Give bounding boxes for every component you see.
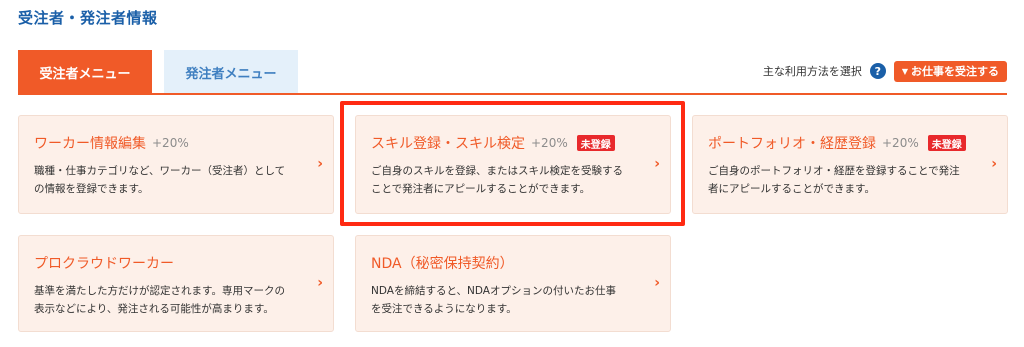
card-title-row: ワーカー情報編集 +20% xyxy=(34,133,189,153)
highlight-frame xyxy=(340,101,685,226)
card-nda[interactable]: NDA（秘密保持契約） NDAを締結すると、NDAオプションの付いたお仕事 を受… xyxy=(355,235,671,332)
usage-select-label: 主な利用方法を選択 xyxy=(762,65,862,78)
card-description-line: の情報を登録できます。 xyxy=(34,183,149,195)
status-badge: 未登録 xyxy=(927,135,966,151)
tab-client-menu[interactable]: 発注者メニュー xyxy=(164,50,298,94)
page-title: 受注者・発注者情報 xyxy=(18,9,158,27)
tab-underline xyxy=(18,93,1007,95)
chevron-right-icon: › xyxy=(317,155,323,172)
card-title: ポートフォリオ・経歴登録 xyxy=(708,136,876,152)
card-title-row: NDA（秘密保持契約） xyxy=(371,253,514,273)
card-title: ワーカー情報編集 xyxy=(34,136,146,152)
menu-tabs: 受注者メニュー 発注者メニュー xyxy=(18,50,298,94)
card-title-row: ポートフォリオ・経歴登録 +20% 未登録 xyxy=(708,133,966,153)
card-description: ご自身のポートフォリオ・経歴を登録することで発注 者にアピールすることができます… xyxy=(708,162,990,198)
card-description: NDAを締結すると、NDAオプションの付いたお仕事 を受注できるようになります。 xyxy=(371,282,653,318)
caret-down-icon: ▼ xyxy=(901,66,908,76)
chevron-right-icon: › xyxy=(991,155,997,172)
card-title-row: プロクラウドワーカー xyxy=(34,253,174,273)
card-description-line: 表示などにより、発注される可能性が高まります。 xyxy=(34,303,274,315)
card-description-line: NDAを締結すると、NDAオプションの付いたお仕事 xyxy=(371,285,616,297)
accept-work-button[interactable]: ▼ お仕事を受注する xyxy=(893,60,1007,82)
usage-select-area: 主な利用方法を選択 ? ▼ お仕事を受注する xyxy=(763,60,1007,82)
card-description-line: 基準を満たした方だけが認定されます。専用マークの xyxy=(34,285,285,297)
card-title: NDA（秘密保持契約） xyxy=(371,256,514,272)
tab-worker-menu[interactable]: 受注者メニュー xyxy=(18,50,152,94)
help-icon[interactable]: ? xyxy=(869,63,886,79)
card-description-line: 者にアピールすることができます。 xyxy=(708,183,875,195)
card-bonus: +20% xyxy=(882,136,919,150)
chevron-right-icon: › xyxy=(654,274,660,291)
card-pro-crowdworker[interactable]: プロクラウドワーカー 基準を満たした方だけが認定されます。専用マークの 表示など… xyxy=(18,235,334,332)
accept-work-button-label: お仕事を受注する xyxy=(911,65,999,78)
card-description-line: を受注できるようになります。 xyxy=(371,303,517,315)
card-portfolio-registration[interactable]: ポートフォリオ・経歴登録 +20% 未登録 ご自身のポートフォリオ・経歴を登録す… xyxy=(692,115,1008,214)
chevron-right-icon: › xyxy=(317,274,323,291)
card-description-line: ご自身のポートフォリオ・経歴を登録することで発注 xyxy=(708,165,960,177)
card-description: 基準を満たした方だけが認定されます。専用マークの 表示などにより、発注される可能… xyxy=(34,282,316,318)
card-title: プロクラウドワーカー xyxy=(34,256,174,272)
card-bonus: +20% xyxy=(152,136,189,150)
card-description-line: 職種・仕事カテゴリなど、ワーカー（受注者）として xyxy=(34,165,286,177)
card-worker-info[interactable]: ワーカー情報編集 +20% 職種・仕事カテゴリなど、ワーカー（受注者）として の… xyxy=(18,115,334,214)
card-description: 職種・仕事カテゴリなど、ワーカー（受注者）として の情報を登録できます。 xyxy=(34,162,316,198)
